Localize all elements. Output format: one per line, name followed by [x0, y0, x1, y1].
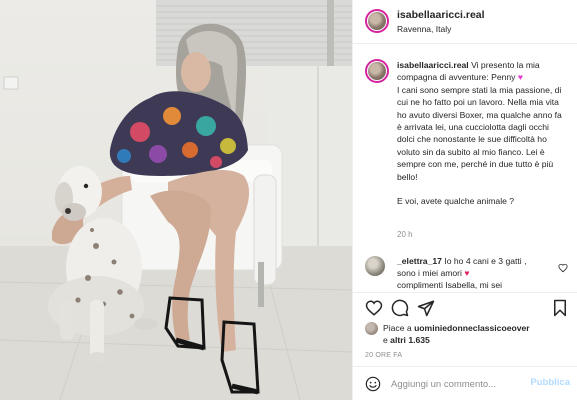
- liker-avatar[interactable]: [365, 322, 378, 335]
- comment-item: _elettra_17 Io ho 4 cani e 3 gatti , son…: [353, 254, 577, 292]
- author-username[interactable]: isabellaaricci.real: [397, 9, 485, 21]
- heart-icon[interactable]: [365, 299, 383, 322]
- author-avatar[interactable]: [365, 9, 389, 33]
- post-location[interactable]: Ravenna, Italy: [397, 24, 451, 34]
- comment-icon[interactable]: [391, 299, 409, 322]
- caption-text: isabellaaricci.real Vi presento la mia c…: [397, 59, 567, 208]
- publish-button[interactable]: Pubblica: [530, 377, 570, 388]
- caption-author-avatar[interactable]: [365, 59, 389, 83]
- comment-like-icon[interactable]: [558, 260, 568, 278]
- likes-summary: Piace a uominiedonneclassicoeover e altri…: [365, 322, 570, 348]
- purple-heart-icon: ♥: [517, 72, 523, 83]
- post-side-panel: isabellaaricci.real Ravenna, Italy isabe…: [352, 0, 577, 400]
- caption-block: isabellaaricci.real Vi presento la mia c…: [353, 56, 577, 246]
- smiley-icon[interactable]: [365, 376, 381, 397]
- commenter-avatar[interactable]: [365, 256, 385, 276]
- post-photo-illustration: [0, 0, 352, 400]
- likes-prefix: Piace a: [383, 323, 412, 333]
- likes-connector: e: [383, 335, 388, 345]
- comment-input[interactable]: [391, 376, 523, 392]
- bookmark-icon[interactable]: [552, 299, 568, 322]
- post-photo[interactable]: [0, 0, 352, 400]
- comment-text: _elettra_17 Io ho 4 cani e 3 gatti , son…: [397, 255, 547, 292]
- post-header: isabellaaricci.real Ravenna, Italy: [353, 0, 577, 44]
- paper-plane-icon[interactable]: [417, 299, 435, 322]
- red-heart-icon: ♥: [464, 268, 470, 279]
- caption-username[interactable]: isabellaaricci.real: [397, 60, 469, 70]
- likes-others[interactable]: altri 1.635: [390, 335, 430, 345]
- likes-user[interactable]: uominiedonneclassicoeover: [414, 323, 530, 333]
- post-time-ago[interactable]: 20 ORE FA: [365, 352, 402, 359]
- caption-paragraph: I cani sono sempre stati la mia passione…: [397, 84, 562, 182]
- caption-question: E voi, avete qualche animale ?: [397, 196, 515, 207]
- add-comment-bar: Pubblica: [353, 366, 577, 400]
- comment-body-continued: complimenti Isabella, mi sei: [397, 280, 503, 291]
- caption-timestamp: 20 h: [397, 230, 413, 239]
- comment-username[interactable]: _elettra_17: [397, 256, 442, 266]
- action-bar: [353, 292, 577, 322]
